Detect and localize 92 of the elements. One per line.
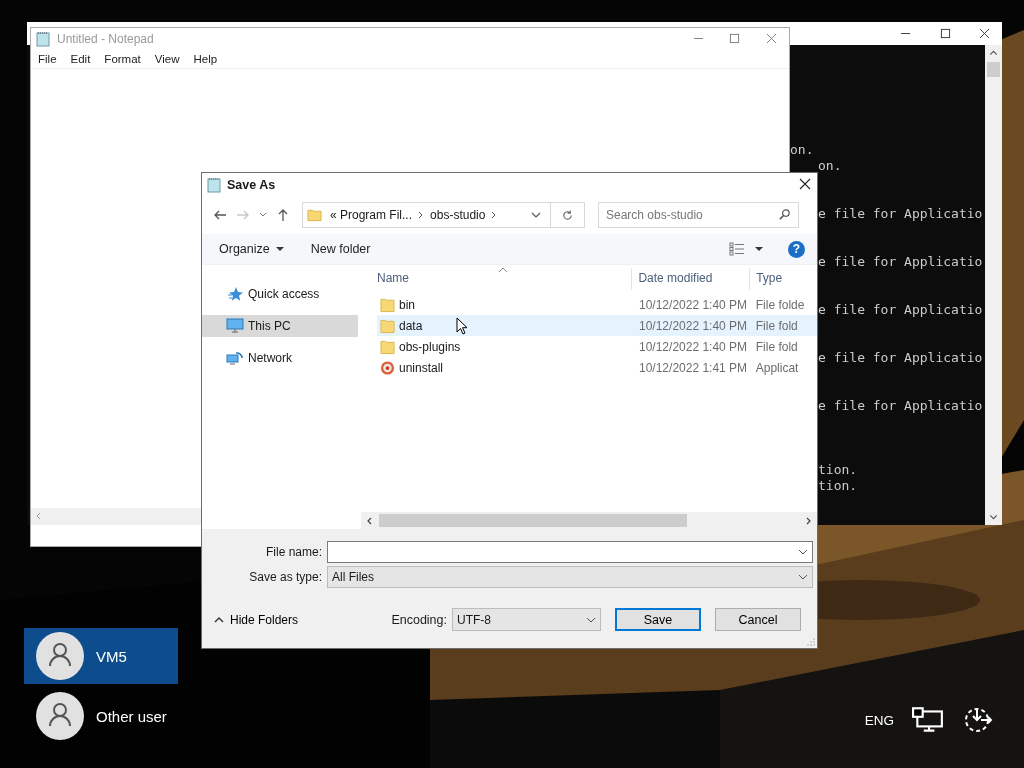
file-name: bin [399,297,415,312]
notepad-icon [35,31,51,47]
app-icon [380,359,395,376]
column-header[interactable]: Date modified [632,268,751,290]
file-row[interactable]: data 10/12/2022 1:40 PM File fold [377,315,817,336]
maximize-icon[interactable] [940,28,951,39]
file-row[interactable]: bin 10/12/2022 1:40 PM File folde [377,294,817,315]
folder-icon [380,338,395,355]
console-line: e file for Applicatio [818,206,983,222]
avatar-icon[interactable] [36,632,84,680]
scrollbar-thumb[interactable] [987,62,1000,77]
nav-item[interactable]: Network [202,347,358,369]
search-field[interactable]: Search obs-studio [598,202,799,228]
folder-icon [380,317,395,334]
view-icon[interactable] [729,242,745,256]
sort-caret-icon [498,267,508,273]
network-icon[interactable] [912,706,944,734]
hide-folders-button[interactable]: Hide Folders [212,610,301,629]
menu-item[interactable]: File [36,53,65,65]
breadcrumb-item[interactable]: « Program Fil... [330,208,413,222]
type-cell-text: File folde [754,297,806,312]
file-name-label: File name: [264,545,322,559]
chevron-down-icon[interactable] [259,211,267,219]
encoding-select[interactable]: UTF-8 [452,608,601,631]
date-cell-text: 10/12/2022 1:40 PM [638,339,749,354]
save-type-select[interactable]: All Files [327,566,813,588]
column-header[interactable]: Type [750,268,817,290]
address-bar[interactable]: « Program Fil... obs-studio [302,202,551,228]
file-row[interactable]: uninstall 10/12/2022 1:41 PM Applicat [377,357,817,378]
save-type-label: Save as type: [248,570,322,584]
type-cell-text: Applicat [754,360,800,375]
caret-icon[interactable] [275,245,284,253]
avatar-icon[interactable] [36,692,84,740]
search-icon[interactable] [778,208,791,221]
console-line: on. [818,158,842,174]
console-line: e file for Applicatio [818,398,983,414]
up-arrow-icon[interactable] [276,208,290,222]
menu-item[interactable]: View [152,53,188,65]
scrollbar-thumb[interactable] [379,514,687,527]
resize-grip-icon[interactable] [807,638,815,646]
network-icon [226,350,244,366]
chevron-down-icon[interactable] [798,572,808,582]
console-line: tion. [818,462,858,478]
window-title: Untitled - Notepad [57,32,154,46]
folder-icon [380,296,395,313]
type-cell-text: File fold [754,318,799,333]
refresh-icon[interactable] [561,208,574,222]
user-tile[interactable]: Other user [24,688,178,744]
close-icon[interactable] [979,28,990,39]
organize-button[interactable]: Organize [214,240,275,258]
scrollbar[interactable] [985,45,1002,525]
console-line: e file for Applicatio [818,254,983,270]
console-line: e file for Applicatio [818,350,983,366]
cancel-button[interactable]: Cancel [715,608,801,631]
file-name: data [399,318,423,333]
chevron-down-icon[interactable] [531,210,541,220]
menu-item[interactable]: Help [191,53,226,65]
dialog-title: Save As [227,177,276,192]
user-tile[interactable]: VM5 [24,628,178,684]
console-line: tion. [818,478,858,494]
new-folder-button[interactable]: New folder [305,240,376,258]
nav-item[interactable]: Quick access [202,283,358,305]
close-icon[interactable] [799,178,811,190]
encoding-label: Encoding: [391,612,447,627]
star-icon [226,286,244,302]
folder-icon [307,207,322,223]
menu-item[interactable]: Format [102,53,149,65]
scrollbar[interactable] [361,512,817,529]
type-cell-text: File fold [754,339,799,354]
file-name: uninstall [399,360,444,375]
date-cell-text: 10/12/2022 1:40 PM [638,297,749,312]
notepad-icon [206,176,222,193]
file-name: obs-plugins [399,339,461,354]
console-line: e file for Applicatio [818,302,983,318]
computer-icon [226,318,244,334]
breadcrumb-item[interactable]: obs-studio [430,208,486,222]
accessibility-icon[interactable] [962,706,994,734]
save-button[interactable]: Save [615,608,701,631]
caret-icon[interactable] [755,245,763,253]
console-line: on. [790,142,814,158]
date-cell-text: 10/12/2022 1:41 PM [638,360,749,375]
file-row[interactable]: obs-plugins 10/12/2022 1:40 PM File fold [377,336,817,357]
file-name-field[interactable] [327,541,813,563]
column-header[interactable]: Name [361,268,633,290]
cursor-icon [456,317,468,335]
help-icon[interactable]: ? [788,240,805,258]
chevron-down-icon[interactable] [798,547,808,557]
back-arrow-icon[interactable] [213,208,227,222]
nav-item[interactable]: This PC [202,315,358,337]
date-cell-text: 10/12/2022 1:40 PM [638,318,749,333]
menu-item[interactable]: Edit [68,53,99,65]
language-indicator[interactable]: ENG [864,712,894,728]
